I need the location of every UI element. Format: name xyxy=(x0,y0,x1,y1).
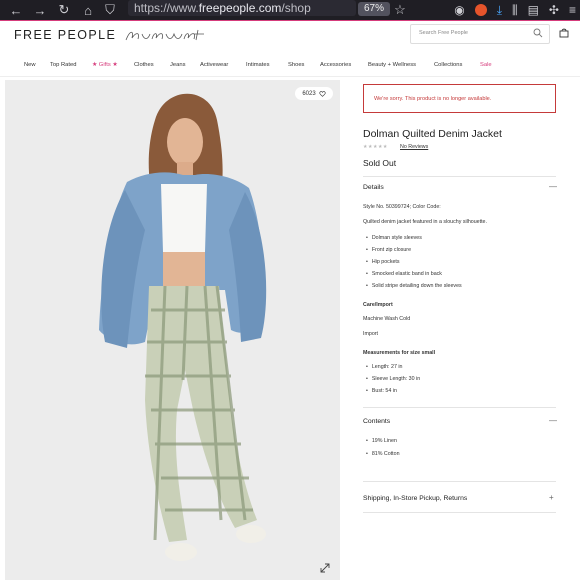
nav-activewear[interactable]: Activewear xyxy=(200,62,228,68)
extension-icon[interactable] xyxy=(474,4,487,16)
alert-text: We're sorry. This product is no longer a… xyxy=(374,96,492,102)
model-illustration xyxy=(5,80,340,580)
feature-item: Solid stripe detailing down the sleeves xyxy=(366,283,462,289)
feature-item: Smocked elastic band in back xyxy=(366,271,442,277)
star-icon[interactable]: ☆ xyxy=(390,0,410,20)
forward-arrow-icon[interactable]: → xyxy=(30,0,50,20)
nav-accessories[interactable]: Accessories xyxy=(320,62,351,68)
rating-stars: ★★★★★ xyxy=(363,144,388,150)
product-title: Dolman Quilted Denim Jacket xyxy=(363,128,502,140)
browser-toolbar: ← → ↻ ⌂ ⛉ https://www.freepeople.com/sho… xyxy=(0,0,580,20)
url-bar[interactable]: https://www.freepeople.com/shop xyxy=(128,0,356,16)
feature-item: Hip pockets xyxy=(366,259,400,265)
content-item: 81% Cotton xyxy=(366,451,400,457)
expand-icon[interactable] xyxy=(320,563,330,573)
unavailable-alert: We're sorry. This product is no longer a… xyxy=(363,84,556,113)
nav-collections[interactable]: Collections xyxy=(434,62,462,68)
measurements-heading: Measurements for size small xyxy=(363,350,436,356)
section-divider xyxy=(363,481,556,482)
search-input[interactable]: Search Free People xyxy=(419,30,468,36)
contents-heading[interactable]: Contents xyxy=(363,418,390,425)
fp-movement-script xyxy=(125,29,204,41)
care-heading: Care/Import xyxy=(363,302,393,308)
measurement-item: Bust: 54 in xyxy=(366,388,397,394)
nav-intimates[interactable]: Intimates xyxy=(246,62,270,68)
care-instructions: Machine Wash Cold xyxy=(363,316,411,322)
nav-beauty-wellness[interactable]: Beauty + Wellness xyxy=(368,62,416,68)
nav-clothes[interactable]: Clothes xyxy=(134,62,154,68)
shopping-bag-icon[interactable] xyxy=(559,28,569,38)
free-people-logo[interactable]: FREE PEOPLE xyxy=(14,28,116,42)
section-divider xyxy=(363,176,556,177)
heart-icon[interactable] xyxy=(319,90,326,97)
search-icon[interactable] xyxy=(533,28,543,38)
pocket-icon[interactable]: ◉ xyxy=(454,3,464,17)
details-heading[interactable]: Details xyxy=(363,184,384,191)
shipping-heading[interactable]: Shipping, In-Store Pickup, Returns xyxy=(363,495,467,502)
stock-status: Sold Out xyxy=(363,158,397,168)
library-icon[interactable]: ⫼ xyxy=(512,3,518,18)
nav-divider xyxy=(0,76,580,77)
back-arrow-icon[interactable]: ← xyxy=(6,0,26,20)
reload-icon[interactable]: ↻ xyxy=(54,0,74,20)
content-item: 19% Linen xyxy=(366,438,397,444)
nav-gifts[interactable]: ★ Gifts ★ xyxy=(92,62,118,68)
nav-shoes[interactable]: Shoes xyxy=(288,62,304,68)
product-image[interactable] xyxy=(5,80,340,580)
details-collapse-toggle[interactable]: — xyxy=(549,182,557,191)
nav-sale[interactable]: Sale xyxy=(480,62,492,68)
measurement-item: Sleeve Length: 30 in xyxy=(366,376,420,382)
reviews-link[interactable]: No Reviews xyxy=(400,144,428,150)
nav-top-rated[interactable]: Top Rated xyxy=(50,62,76,68)
puzzle-icon[interactable]: ✣ xyxy=(549,3,559,17)
zoom-level[interactable]: 67% xyxy=(358,2,391,16)
feature-item: Dolman style sleeves xyxy=(366,235,422,241)
shipping-expand-toggle[interactable]: + xyxy=(549,493,554,502)
section-divider xyxy=(363,407,556,408)
nav-jeans[interactable]: Jeans xyxy=(170,62,185,68)
style-number: Style No. 50399724; Color Code: xyxy=(363,204,441,210)
download-icon[interactable]: ⤓ xyxy=(497,3,502,18)
product-description: Quilted denim jacket featured in a slouc… xyxy=(363,219,487,225)
measurement-item: Length: 27 in xyxy=(366,364,403,370)
reader-icon[interactable]: ▤ xyxy=(528,3,539,17)
gallery-count: 6023 xyxy=(302,90,316,97)
search-bar[interactable]: Search Free People xyxy=(410,24,550,44)
site-header: FREE PEOPLE Search Free People xyxy=(0,21,580,51)
menu-icon[interactable]: ≡ xyxy=(569,3,576,17)
section-divider xyxy=(363,512,556,513)
fp-movement-logo[interactable] xyxy=(124,26,210,49)
url-text: https://www.freepeople.com/shop xyxy=(134,1,311,15)
feature-item: Front zip closure xyxy=(366,247,411,253)
import-info: Import xyxy=(363,331,379,337)
nav-new[interactable]: New xyxy=(24,62,36,68)
main-nav: New Top Rated ★ Gifts ★ Clothes Jeans Ac… xyxy=(0,58,580,72)
gallery-count-badge[interactable]: 6023 xyxy=(295,87,333,100)
home-icon[interactable]: ⌂ xyxy=(78,0,98,20)
shield-icon[interactable]: ⛉ xyxy=(100,0,120,20)
contents-collapse-toggle[interactable]: — xyxy=(549,416,557,425)
